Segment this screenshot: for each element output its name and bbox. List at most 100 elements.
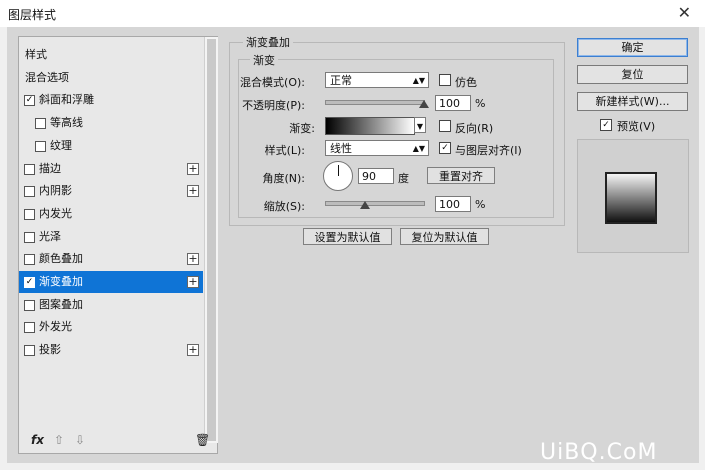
gradient-swatch[interactable] xyxy=(325,117,415,135)
chevron-down-icon: ▼ xyxy=(416,122,424,131)
sidebar-item[interactable]: 颜色叠加 + xyxy=(19,248,203,270)
trash-icon[interactable]: 🗑 xyxy=(195,433,210,447)
sidebar-item-checkbox[interactable] xyxy=(35,118,46,130)
blend-mode-value: 正常 xyxy=(330,74,352,87)
sidebar-item-checkbox[interactable]: ✓ xyxy=(24,277,35,288)
blend-mode-label: 混合模式(O): xyxy=(240,76,305,89)
add-effect-icon[interactable]: + xyxy=(187,253,199,266)
move-down-icon[interactable]: ⇩ xyxy=(75,433,85,447)
preview-swatch xyxy=(605,172,657,224)
sidebar-item-label: 内发光 xyxy=(39,206,72,220)
chevron-down-icon: ▲▼ xyxy=(412,144,425,153)
sidebar-item-checkbox[interactable] xyxy=(35,140,46,152)
sidebar-item-label: 纹理 xyxy=(50,138,72,152)
reset-button[interactable]: 复位 xyxy=(577,65,688,84)
scale-slider[interactable] xyxy=(325,201,425,209)
style-value: 线性 xyxy=(330,142,352,155)
set-default-button[interactable]: 设置为默认值 xyxy=(303,228,392,245)
gradient-label: 渐变: xyxy=(289,122,315,135)
sidebar-item[interactable]: 内发光 xyxy=(19,203,203,225)
scale-unit: % xyxy=(475,198,486,211)
list-scrollbar[interactable] xyxy=(204,37,218,443)
sidebar-item[interactable]: 混合选项 xyxy=(19,67,203,89)
sidebar-item-checkbox[interactable]: ✓ xyxy=(24,95,35,107)
sidebar-item-label: 样式 xyxy=(25,48,47,61)
sidebar-item-label: 等高线 xyxy=(50,116,83,130)
angle-dial-hand xyxy=(338,165,339,176)
add-effect-icon[interactable]: + xyxy=(187,185,199,198)
scale-input[interactable]: 100 xyxy=(435,196,471,212)
sidebar-item-checkbox[interactable] xyxy=(24,231,35,243)
sidebar-item[interactable]: 光泽 xyxy=(19,226,203,248)
sidebar-item-checkbox[interactable] xyxy=(24,208,35,220)
add-effect-icon[interactable]: + xyxy=(187,162,199,175)
group-title: 渐变叠加 xyxy=(243,34,293,50)
watermark: UiBQ.CoM xyxy=(540,440,658,465)
fx-icon[interactable]: fx xyxy=(31,433,44,447)
blend-mode-select[interactable]: 正常 ▲▼ xyxy=(325,72,429,88)
ok-button[interactable]: 确定 xyxy=(577,38,688,57)
sidebar-item[interactable]: 图案叠加 xyxy=(19,294,203,316)
move-up-icon[interactable]: ⇧ xyxy=(54,433,64,447)
sidebar-item[interactable]: 等高线 xyxy=(19,112,203,134)
sidebar-item-checkbox[interactable] xyxy=(24,254,35,266)
reset-default-button[interactable]: 复位为默认值 xyxy=(400,228,489,245)
subgroup-title: 渐变 xyxy=(250,52,278,68)
sidebar-item-label: 图案叠加 xyxy=(39,297,83,311)
style-label: 样式(L): xyxy=(264,144,305,157)
style-select[interactable]: 线性 ▲▼ xyxy=(325,140,429,156)
align-layer-check: ✓ xyxy=(441,143,449,153)
align-layer-label: 与图层对齐(I) xyxy=(455,144,522,157)
align-layer-checkbox[interactable]: ✓ xyxy=(439,142,451,154)
sidebar-item-checkbox[interactable] xyxy=(24,299,35,311)
sidebar-item-label: 内阴影 xyxy=(39,184,72,198)
add-effect-icon[interactable]: + xyxy=(187,344,199,357)
close-icon[interactable]: ✕ xyxy=(678,3,691,22)
angle-label: 角度(N): xyxy=(262,172,305,185)
opacity-label: 不透明度(P): xyxy=(242,99,305,112)
style-preview xyxy=(577,139,689,253)
sidebar-item[interactable]: 投影 + xyxy=(19,339,203,361)
scale-slider-knob[interactable] xyxy=(360,201,371,209)
preview-checkbox[interactable]: ✓ xyxy=(600,119,612,131)
sidebar-item-label: 投影 xyxy=(39,343,61,357)
layer-style-dialog: 图层样式 ✕ fx ⇧ ⇩ 🗑 样式混合选项 ✓ 斜面和浮雕等高线纹理描边 + 内阴影 +… xyxy=(0,0,705,470)
sidebar-item-label: 外发光 xyxy=(39,320,72,334)
reverse-label: 反向(R) xyxy=(455,122,494,135)
add-effect-icon[interactable]: + xyxy=(187,276,199,288)
sidebar-item[interactable]: 描边 + xyxy=(19,158,203,180)
sidebar-item[interactable]: 内阴影 + xyxy=(19,180,203,202)
sidebar-item[interactable]: ✓ 渐变叠加 + xyxy=(19,271,203,293)
new-style-button[interactable]: 新建样式(W)... xyxy=(577,92,688,111)
sidebar-item-checkbox[interactable] xyxy=(24,163,35,175)
preview-check: ✓ xyxy=(602,120,610,130)
scale-label: 缩放(S): xyxy=(263,200,305,213)
sidebar-item[interactable]: 纹理 xyxy=(19,135,203,157)
sidebar-item-label: 描边 xyxy=(39,161,61,175)
reverse-checkbox[interactable] xyxy=(439,120,451,132)
opacity-slider[interactable] xyxy=(325,100,429,108)
opacity-input[interactable]: 100 xyxy=(435,95,471,111)
sidebar-item[interactable]: 外发光 xyxy=(19,316,203,338)
chevron-down-icon: ▲▼ xyxy=(412,76,425,85)
dither-label: 仿色 xyxy=(455,76,477,89)
effects-list: fx ⇧ ⇩ 🗑 样式混合选项 ✓ 斜面和浮雕等高线纹理描边 + 内阴影 + 内发光光泽颜色… xyxy=(18,36,218,454)
angle-dial[interactable] xyxy=(323,161,353,191)
reset-alignment-button[interactable]: 重置对齐 xyxy=(427,167,495,184)
window-title: 图层样式 xyxy=(8,8,57,22)
sidebar-item-checkbox[interactable] xyxy=(24,345,35,357)
dither-checkbox[interactable] xyxy=(439,74,451,86)
scrollbar-thumb[interactable] xyxy=(207,39,216,441)
sidebar-item-checkbox[interactable] xyxy=(24,186,35,198)
sidebar-item[interactable]: ✓ 斜面和浮雕 xyxy=(19,89,203,111)
opacity-slider-knob[interactable] xyxy=(419,100,429,108)
sidebar-item-checkbox[interactable] xyxy=(24,322,35,334)
sidebar-item-label: 混合选项 xyxy=(25,70,69,84)
title-bar: 图层样式 ✕ xyxy=(0,0,705,27)
sidebar-item-label: 渐变叠加 xyxy=(39,275,83,288)
angle-input[interactable]: 90 xyxy=(358,168,394,184)
gradient-picker-button[interactable]: ▼ xyxy=(414,117,426,133)
sidebar-item-label: 光泽 xyxy=(39,229,61,243)
sidebar-item[interactable]: 样式 xyxy=(19,44,203,66)
preview-label: 预览(V) xyxy=(617,120,656,133)
